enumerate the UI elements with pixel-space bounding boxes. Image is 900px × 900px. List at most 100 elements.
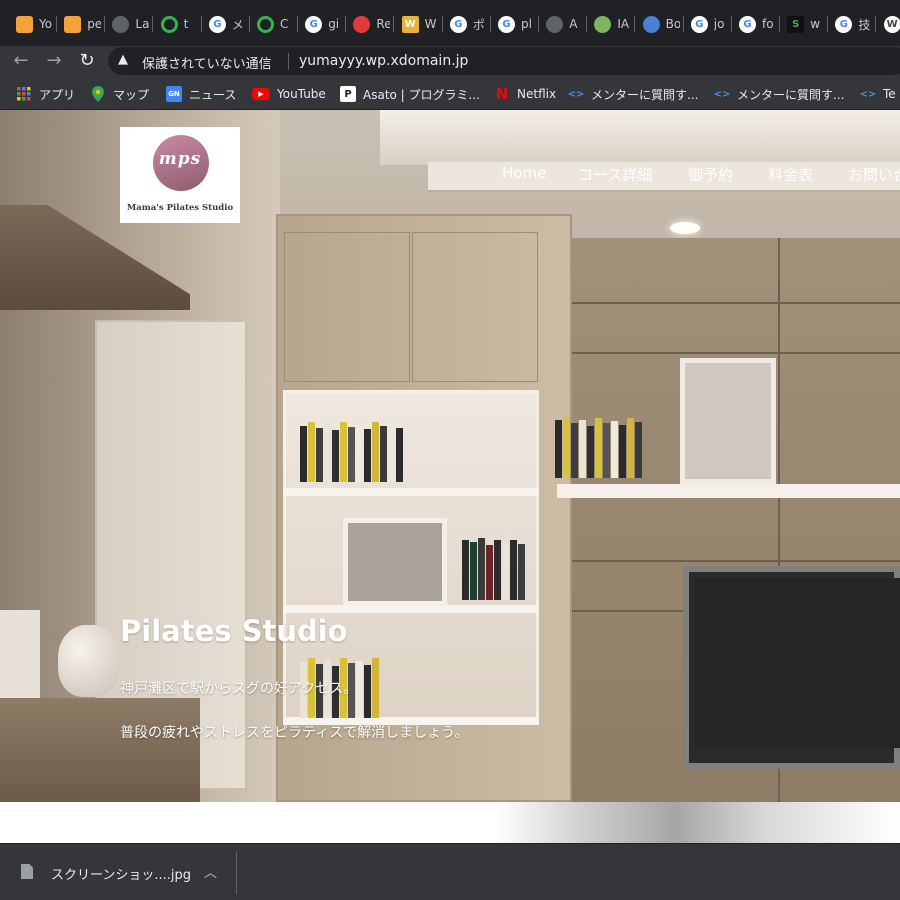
tab-separator [345, 16, 347, 32]
tab-separator [248, 16, 250, 32]
site-logo[interactable]: mps Mama's Pilates Studio [120, 127, 240, 223]
reload-icon[interactable]: ↻ [76, 50, 98, 72]
tab-separator [634, 16, 636, 32]
niche-shelf [283, 605, 539, 613]
nav-pricing[interactable]: 料金表 [768, 164, 813, 188]
grid-icon [353, 15, 371, 33]
tab-separator [297, 16, 298, 32]
hero-title: Pilates Studio [120, 614, 348, 648]
browser-tab[interactable]: Gjo [690, 10, 732, 38]
browser-tab[interactable]: A [546, 10, 588, 38]
browser-tab[interactable]: Re [353, 10, 395, 38]
box-icon [64, 15, 82, 33]
forward-arrow-icon[interactable]: → [43, 50, 65, 72]
browser-tab[interactable]: G技 [835, 10, 877, 38]
warning-icon[interactable]: ▲ [118, 52, 128, 67]
google-icon: G [739, 15, 756, 33]
browser-tab[interactable]: WW [401, 10, 443, 38]
wordpress-icon: W [883, 15, 900, 33]
tab-title: メ [231, 17, 244, 32]
box-icon [16, 15, 33, 33]
browser-tab[interactable]: Yo [16, 10, 57, 38]
bookmark-netflix[interactable]: N Netflix [494, 85, 556, 103]
file-icon [21, 864, 33, 879]
tab-separator [682, 16, 684, 32]
browser-tab[interactable]: Gpl [498, 10, 539, 38]
browser-tab[interactable]: IA [594, 10, 636, 38]
flag-icon [642, 15, 660, 33]
back-arrow-icon[interactable]: ← [10, 50, 32, 72]
browser-tab[interactable]: W安 [883, 10, 900, 38]
tab-separator [152, 16, 154, 32]
page-content-start [0, 802, 900, 843]
hero-vase [58, 625, 120, 697]
bookmark-label: Te [883, 87, 896, 101]
apps-grid-icon [16, 86, 32, 102]
browser-tab[interactable]: Gfo [739, 10, 780, 38]
logo-monogram: mps [158, 149, 202, 169]
code-icon: <> [859, 88, 877, 100]
bookmark-youtube[interactable]: ▶ YouTube [252, 85, 326, 103]
browser-tab[interactable]: t [160, 10, 202, 38]
google-icon: G [835, 15, 853, 33]
hero-floating-shelf [557, 484, 900, 498]
hero-tagline-2: 普段の疲れやストレスをピラティスで解消しましょう。 [120, 725, 469, 741]
browser-tab[interactable]: Gメ [208, 10, 250, 38]
tab-title: 技 [858, 17, 871, 32]
google-icon: G [208, 15, 226, 33]
refresh-icon [160, 15, 178, 33]
tab-separator [586, 16, 588, 32]
tab-title: t [183, 17, 189, 31]
bookmark-news[interactable]: GN ニュース [166, 85, 236, 103]
tab-title: w [810, 17, 821, 31]
bookmark-mentor-1[interactable]: <> メンターに質問す... [567, 85, 699, 103]
security-status[interactable]: 保護されていない通信 [142, 53, 272, 72]
tab-title: C [280, 17, 289, 31]
nav-contact[interactable]: お問い合 [848, 164, 900, 188]
w-icon: W [401, 15, 419, 33]
chevron-up-icon[interactable]: ︿ [204, 862, 217, 881]
tab-separator [393, 16, 395, 32]
browser-tab[interactable]: Ggi [305, 10, 347, 38]
web-page: mps Mama's Pilates Studio Home コース詳細 御予約… [0, 110, 900, 843]
p-logo-icon: P [340, 86, 356, 102]
bookmark-maps[interactable]: マップ [90, 85, 149, 103]
browser-tab[interactable]: Bo [642, 10, 684, 38]
nav-home[interactable]: Home [502, 164, 546, 188]
browser-tab[interactable]: Sw [787, 10, 829, 38]
hero-books [300, 422, 440, 482]
code-icon: <> [713, 88, 731, 100]
nav-course-details[interactable]: コース詳細 [578, 164, 652, 188]
address-bar[interactable]: ▲ 保護されていない通信 yumayyy.wp.xdomain.jp [108, 47, 900, 75]
panel-seam [572, 560, 900, 562]
url-text[interactable]: yumayyy.wp.xdomain.jp [299, 53, 468, 69]
hero-books [555, 418, 675, 478]
tab-separator [200, 16, 202, 32]
tab-separator [875, 16, 877, 32]
tab-title: Re [376, 17, 391, 31]
browser-tab[interactable]: pe [64, 10, 106, 38]
bookmark-mentor-2[interactable]: <> メンターに質問す... [713, 85, 845, 103]
hero-ceiling-step [428, 162, 900, 192]
code-icon: <> [567, 88, 585, 100]
tab-separator [779, 16, 780, 32]
tab-separator [489, 16, 491, 32]
hero-tagline-1: 神戸灘区で駅からスグの好アクセス。 [120, 681, 358, 697]
bookmark-apps[interactable]: アプリ [16, 85, 75, 103]
hero-planter [0, 610, 40, 698]
bookmark-asato[interactable]: P Asato | プログラミ... [340, 85, 480, 103]
download-file-name[interactable]: スクリーンショッ....jpg [51, 864, 191, 883]
google-icon: G [690, 15, 708, 33]
nav-reservation[interactable]: 御予約 [688, 164, 733, 188]
bookmark-te[interactable]: <> Te [860, 85, 896, 103]
refresh-icon [257, 15, 274, 33]
download-bar: スクリーンショッ....jpg ︿ [0, 843, 900, 900]
youtube-icon: ▶ [252, 88, 270, 100]
maps-pin-icon [90, 86, 106, 102]
panel-seam [572, 352, 900, 354]
bookmark-label: アプリ [39, 87, 76, 102]
browser-tab[interactable]: C [257, 10, 298, 38]
browser-tab[interactable]: La [112, 10, 154, 38]
bookmark-label: Netflix [517, 87, 557, 101]
browser-tab[interactable]: Gポ [449, 10, 491, 38]
